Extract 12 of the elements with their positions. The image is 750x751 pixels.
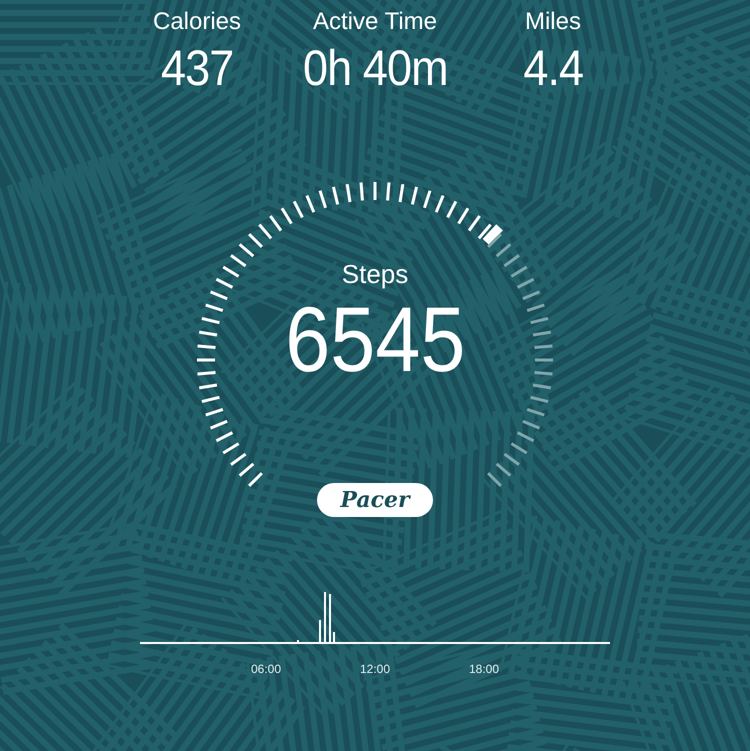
stat-label: Active Time (312, 7, 438, 37)
stat-label: Calories (152, 7, 242, 37)
stat-value: 0h 40m (302, 39, 448, 98)
stat-value: 437 (160, 39, 234, 98)
time-label: 06:00 (250, 662, 282, 676)
steps-label: Steps (342, 258, 408, 290)
time-label: 18:00 (468, 662, 500, 676)
time-label: 12:00 (358, 662, 392, 676)
brand-button[interactable]: Pacer (317, 483, 433, 517)
stat-label: Miles (524, 7, 581, 37)
steps-count: 6545 (284, 290, 466, 390)
stat-value: 4.4 (523, 39, 583, 98)
